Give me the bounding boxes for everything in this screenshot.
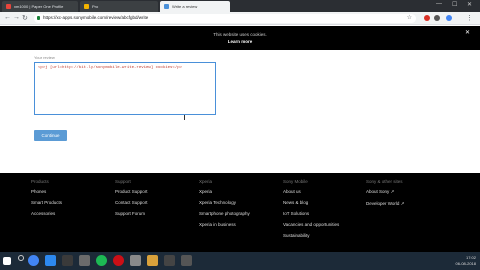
file-explorer-icon[interactable] bbox=[45, 255, 56, 266]
cookie-close-icon[interactable]: ✕ bbox=[465, 29, 470, 36]
tab-favicon-icon bbox=[84, 4, 89, 9]
footer-link[interactable]: Support Forum bbox=[115, 211, 148, 216]
footer-heading: Sony & other sites bbox=[366, 179, 403, 184]
footer-column-sony-mobile: Sony Mobile About us News & blog IoT Sol… bbox=[283, 179, 339, 244]
system-clock[interactable]: 17:02 06-08-2018 bbox=[456, 255, 476, 267]
footer-link[interactable]: About us bbox=[283, 189, 339, 194]
review-textarea[interactable]: <p>j [url=http://bit.ly/sonymobile-write… bbox=[34, 62, 216, 115]
footer-link[interactable]: News & blog bbox=[283, 200, 339, 205]
footer-link[interactable]: Vacancies and opportunities bbox=[283, 222, 339, 227]
footer-link[interactable]: Smart Products bbox=[31, 200, 62, 205]
footer-heading: Xperia bbox=[199, 179, 213, 184]
maximize-button[interactable]: ☐ bbox=[452, 1, 457, 8]
close-window-button[interactable]: ✕ bbox=[467, 1, 472, 8]
footer-link[interactable]: Product Support bbox=[115, 189, 148, 194]
opera-icon[interactable] bbox=[113, 255, 124, 266]
text-cursor-icon bbox=[184, 115, 187, 120]
footer-link[interactable]: Contact Support bbox=[115, 200, 148, 205]
lock-icon bbox=[37, 16, 40, 20]
tab-2[interactable]: Write a review bbox=[160, 1, 230, 12]
forward-arrow-icon[interactable]: → bbox=[13, 14, 20, 21]
footer-column-sony-sites: Sony & other sites About Sony ↗ Develope… bbox=[366, 179, 404, 213]
footer-link[interactable]: Xperia in business bbox=[199, 222, 250, 227]
footer-heading: Sony Mobile bbox=[283, 179, 308, 184]
footer-link[interactable]: Sustainability bbox=[283, 233, 339, 238]
footer-link[interactable]: Developer World ↗ bbox=[366, 201, 404, 207]
footer-heading: Support bbox=[115, 179, 131, 184]
review-label: Your review bbox=[34, 55, 55, 60]
minimize-button[interactable]: — bbox=[436, 1, 442, 7]
tab-title: xm1000 | Paper One Profile bbox=[14, 4, 64, 9]
footer-column-products: Products Phones Smart Products Accessori… bbox=[31, 179, 62, 222]
app-icon-3[interactable] bbox=[147, 255, 158, 266]
back-arrow-icon[interactable]: ← bbox=[4, 14, 11, 21]
footer-link[interactable]: IoT Solutions bbox=[283, 211, 339, 216]
footer-column-xperia: Xperia Xperia Xperia Technology Smartpho… bbox=[199, 179, 250, 233]
tab-title: Pro bbox=[92, 4, 99, 9]
url-text: https://xc-apps.sonymobile.com/review/ab… bbox=[43, 15, 149, 20]
tab-title: Write a review bbox=[172, 4, 198, 9]
extension-icon-2[interactable] bbox=[434, 15, 440, 21]
learn-more-link[interactable]: Learn more bbox=[0, 39, 480, 44]
footer-link[interactable]: Smartphone photography bbox=[199, 211, 250, 216]
footer-link[interactable]: Xperia Technology bbox=[199, 200, 250, 205]
footer-heading: Products bbox=[31, 179, 49, 184]
address-bar[interactable]: https://xc-apps.sonymobile.com/review/ab… bbox=[34, 14, 416, 23]
terminal-icon[interactable] bbox=[62, 255, 73, 266]
menu-dots-icon[interactable]: ⋮ bbox=[466, 14, 473, 22]
cookie-banner: This website uses cookies. Learn more ✕ bbox=[0, 26, 480, 50]
search-icon[interactable] bbox=[18, 255, 24, 261]
footer-link[interactable]: Xperia bbox=[199, 189, 250, 194]
os-taskbar: 17:02 06-08-2018 bbox=[0, 252, 480, 270]
tab-1[interactable]: Pro bbox=[80, 1, 158, 12]
site-footer: Products Phones Smart Products Accessori… bbox=[0, 173, 480, 252]
footer-link[interactable]: Accessories bbox=[31, 211, 62, 216]
cookie-message: This website uses cookies. bbox=[213, 32, 267, 37]
footer-column-support: Support Product Support Contact Support … bbox=[115, 179, 148, 222]
reload-icon[interactable]: ↻ bbox=[22, 14, 28, 22]
extension-icon-3[interactable] bbox=[446, 15, 452, 21]
windows-start-icon[interactable] bbox=[3, 257, 11, 265]
app-icon[interactable] bbox=[79, 255, 90, 266]
browser-toolbar: ← → ↻ https://xc-apps.sonymobile.com/rev… bbox=[0, 12, 480, 25]
tab-0[interactable]: xm1000 | Paper One Profile bbox=[2, 1, 78, 12]
clock-date: 06-08-2018 bbox=[455, 261, 476, 266]
tab-favicon-icon bbox=[164, 4, 169, 9]
footer-link[interactable]: About Sony ↗ bbox=[366, 189, 404, 195]
chrome-icon[interactable] bbox=[28, 255, 39, 266]
browser-tab-bar: xm1000 | Paper One Profile Pro Write a r… bbox=[0, 0, 480, 12]
app-icon-5[interactable] bbox=[181, 255, 192, 266]
footer-link[interactable]: Phones bbox=[31, 189, 62, 194]
review-form: Your review <p>j [url=http://bit.ly/sony… bbox=[0, 50, 480, 173]
continue-button[interactable]: Continue bbox=[34, 130, 67, 141]
app-icon-2[interactable] bbox=[130, 255, 141, 266]
spotify-icon[interactable] bbox=[96, 255, 107, 266]
bookmark-star-icon[interactable]: ☆ bbox=[407, 14, 412, 21]
extension-icon[interactable] bbox=[424, 15, 430, 21]
tab-favicon-icon bbox=[6, 4, 11, 9]
app-icon-4[interactable] bbox=[164, 255, 175, 266]
